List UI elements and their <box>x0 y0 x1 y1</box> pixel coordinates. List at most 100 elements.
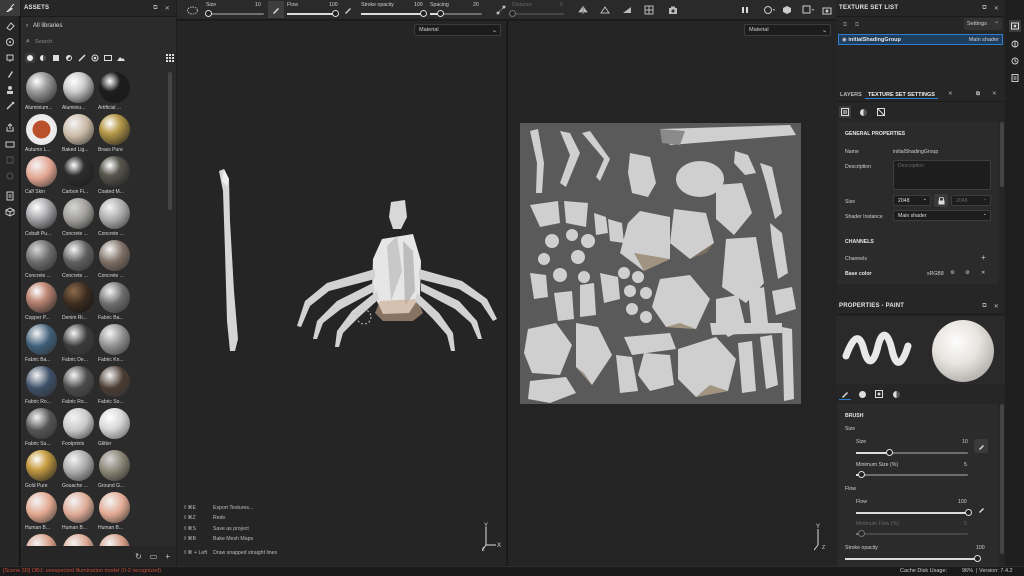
material-subtab-icon[interactable] <box>857 106 869 118</box>
asset-tile[interactable]: Concrete ... <box>97 198 133 237</box>
shader-instance-dropdown[interactable]: Main shader ⌄ <box>893 210 991 221</box>
channel-settings-icon[interactable]: ⚙ <box>965 270 970 276</box>
asset-tile[interactable]: Fabric Ba... <box>97 282 133 321</box>
pen-pressure-flow-icon[interactable] <box>974 502 988 516</box>
stroke-opacity-slider[interactable] <box>361 10 427 17</box>
slider-handle[interactable] <box>205 10 213 17</box>
close-icon[interactable]: ✕ <box>994 303 999 310</box>
slider-handle[interactable] <box>331 10 339 17</box>
asset-tile[interactable]: Copper P... <box>24 282 60 321</box>
asset-tile[interactable]: Fabric Kn... <box>97 324 133 363</box>
asset-tile[interactable]: Gouache ... <box>61 450 97 489</box>
status-error-message[interactable]: [Scene 3D] OBJ: unexpected illumination … <box>3 568 161 574</box>
asset-tile[interactable]: Coated M... <box>97 156 133 195</box>
asset-tile[interactable]: Fabric Ro... <box>61 366 97 405</box>
asset-tile[interactable]: Concrete ... <box>61 198 97 237</box>
log-dock-icon[interactable] <box>1009 72 1021 84</box>
asset-tile[interactable]: Aluminium... <box>24 72 60 111</box>
symmetry-icon[interactable] <box>577 4 589 16</box>
asset-tile[interactable]: Cobalt Pu... <box>24 198 60 237</box>
asset-tile[interactable]: Artificial ... <box>97 72 133 111</box>
assets-scrollbar[interactable] <box>168 72 172 210</box>
size-dropdown[interactable]: 2048 ⌄ <box>893 195 931 206</box>
slider-handle[interactable] <box>964 509 972 516</box>
smudge-tool-icon[interactable] <box>0 66 20 82</box>
stroke-opacity-slider[interactable] <box>845 555 981 562</box>
add-channel-icon[interactable]: + <box>981 253 986 262</box>
channel-color-icon[interactable]: ⚙ <box>950 270 955 276</box>
document-icon[interactable] <box>0 188 20 204</box>
clone-tool-icon[interactable] <box>0 82 20 98</box>
remove-channel-icon[interactable]: ✕ <box>981 270 985 276</box>
brush-flow-slider[interactable] <box>856 509 972 516</box>
close-icon[interactable]: ✕ <box>994 5 999 12</box>
screenshot-icon[interactable] <box>821 4 833 16</box>
close-tab-icon[interactable]: ✕ <box>948 91 953 97</box>
environment-filter-icon[interactable] <box>103 53 113 63</box>
texture-filter-icon[interactable] <box>51 53 61 63</box>
display-settings-dock-icon[interactable] <box>1009 20 1021 32</box>
uv-subtab-icon[interactable] <box>875 106 887 118</box>
smart-material-filter-icon[interactable] <box>38 53 48 63</box>
asset-tile[interactable]: Baked Lig... <box>61 114 97 153</box>
brush-filter-icon[interactable] <box>77 53 87 63</box>
slider-handle[interactable] <box>508 10 516 17</box>
asset-tile[interactable] <box>61 534 97 546</box>
lock-icon[interactable] <box>934 194 948 207</box>
asset-tile[interactable]: Brass Pure <box>97 114 133 153</box>
mask-filter-icon[interactable] <box>64 53 74 63</box>
min-size-slider[interactable] <box>856 471 968 478</box>
shader-settings-dock-icon[interactable] <box>1009 38 1021 50</box>
close-icon[interactable]: ✕ <box>165 5 170 12</box>
grid-layout-icon[interactable] <box>643 4 655 16</box>
mirror-icon[interactable] <box>599 4 611 16</box>
undock-icon[interactable]: ⧉ <box>982 303 986 310</box>
library-selector[interactable]: › All libraries <box>26 23 62 29</box>
tab-layers[interactable]: LAYERS <box>840 92 862 98</box>
spacing-slider[interactable] <box>430 10 482 17</box>
asset-tile[interactable]: Human B... <box>97 492 133 531</box>
brush-subtab-icon[interactable] <box>839 388 851 400</box>
slider-handle[interactable] <box>858 530 866 537</box>
pen-pressure-size-icon[interactable] <box>974 439 988 453</box>
texture-set-item[interactable]: ◉ initialShadingGroup Main shader <box>838 34 1003 45</box>
render-view-icon[interactable] <box>781 4 795 16</box>
tss-scrollbar[interactable] <box>1000 122 1004 187</box>
asset-tile[interactable]: Concrete ... <box>61 240 97 279</box>
asset-tile[interactable] <box>97 534 133 546</box>
asset-tile[interactable]: Fabric Su... <box>24 408 60 447</box>
triangle-fill-icon[interactable] <box>621 4 633 16</box>
slider-handle[interactable] <box>419 10 427 17</box>
history-dock-icon[interactable] <box>1009 55 1021 67</box>
viewport-3d[interactable]: Material ⌄ ⇧⌘E Export Textures... ⇧⌘Z Redo ⇧⌘… <box>177 21 506 566</box>
asset-tile[interactable]: Ground G... <box>97 450 133 489</box>
pen-pressure-size-icon[interactable] <box>268 1 284 18</box>
viewport-2d[interactable]: Material ⌄ Y Z <box>507 21 836 566</box>
close-icon[interactable]: ✕ <box>992 91 997 97</box>
alpha-filter-icon[interactable] <box>90 53 100 63</box>
grid-view-icon[interactable] <box>165 53 175 63</box>
projection-tool-icon[interactable] <box>0 34 20 50</box>
undock-icon[interactable]: ⧉ <box>982 5 986 12</box>
asset-tile[interactable]: Glitter <box>97 408 133 447</box>
asset-tile[interactable]: Aluminiu... <box>61 72 97 111</box>
cube-icon[interactable] <box>0 204 20 220</box>
asset-tile[interactable]: Human B... <box>24 492 60 531</box>
size-slider[interactable] <box>205 10 264 17</box>
lazy-mouse-icon[interactable] <box>495 4 507 16</box>
asset-tile[interactable]: Autumn L... <box>24 114 60 153</box>
export-icon[interactable] <box>0 120 20 136</box>
settings-subtab-icon[interactable] <box>839 106 851 118</box>
display-settings-icon[interactable] <box>762 4 776 16</box>
link-icon[interactable]: ⧉ <box>840 20 850 30</box>
asset-tile[interactable]: Human B... <box>61 492 97 531</box>
pause-icon[interactable] <box>739 4 751 16</box>
properties-scrollbar[interactable] <box>1000 404 1004 554</box>
asset-tile[interactable]: Footprints <box>61 408 97 447</box>
paint-brush-tool-icon[interactable] <box>0 0 20 16</box>
asset-tile[interactable]: Fabric De... <box>61 324 97 363</box>
linked-sets-icon[interactable]: ⧉ <box>852 20 862 30</box>
undock-icon[interactable]: ⧉ <box>153 5 157 12</box>
asset-tile[interactable]: Carbon Fi... <box>61 156 97 195</box>
pen-pressure-flow-icon[interactable] <box>343 4 353 16</box>
